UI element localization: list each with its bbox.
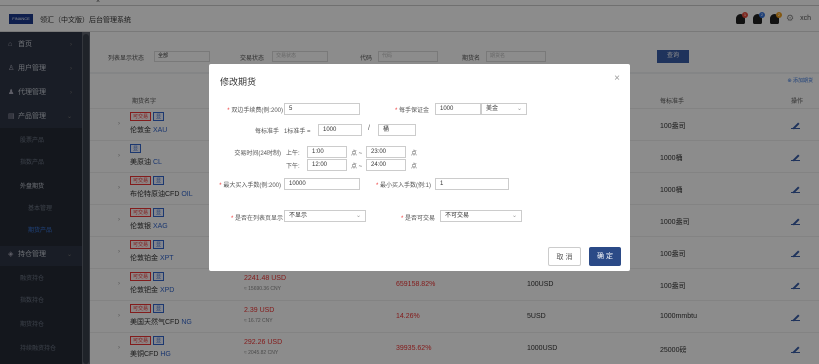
close-icon[interactable]: × [614, 73, 620, 84]
tradable-label: * 是否可交易 [400, 216, 435, 222]
pm-end-input[interactable]: 24:00 [366, 159, 406, 171]
deposit-label: * 每手保证金 [394, 108, 429, 114]
am-start-input[interactable]: 1:00 [307, 146, 347, 158]
trade-time-label: 交易时间(24时制) [234, 151, 281, 157]
am-separator: 点 ~ [351, 151, 363, 157]
tradable-select[interactable]: 不可交易 ⌄ [440, 210, 522, 222]
am-label: 上午: [286, 151, 300, 157]
deposit-input[interactable]: 1000 [435, 103, 481, 115]
std-slash: / [368, 125, 370, 132]
max-lots-input[interactable]: 10000 [284, 178, 360, 190]
min-lots-label: * 最小买入手数(例:1) [375, 183, 431, 189]
pm-start-input[interactable]: 12:00 [307, 159, 347, 171]
currency-select[interactable]: 美金 ⌄ [481, 103, 527, 115]
pm-label: 下午: [286, 164, 300, 170]
std-prefix: 1标准手 = [284, 129, 311, 135]
dialog-title: 修改期货 [220, 77, 257, 87]
pm-separator: 点 ~ [351, 164, 363, 170]
show-in-list-select[interactable]: 不显示 ⌄ [284, 210, 366, 222]
am-suffix: 点 [411, 151, 418, 157]
pm-suffix: 点 [411, 164, 418, 170]
std-unit-input[interactable]: 桶 [378, 124, 416, 136]
std-label: 每标准手 [254, 129, 279, 135]
fee-label: * 双边手续费(例:200) [227, 108, 283, 114]
max-lots-label: * 最大买入手数(例:200) [219, 183, 281, 189]
edit-futures-dialog: 修改期货 × * 双边手续费(例:200) 5 * 每手保证金 1000 美金 ⌄… [209, 64, 630, 271]
chevron-down-icon: ⌄ [355, 213, 361, 219]
std-quantity-input[interactable]: 1000 [318, 124, 362, 136]
chevron-down-icon: ⌄ [516, 106, 522, 112]
min-lots-input[interactable]: 1 [435, 178, 509, 190]
chevron-down-icon: ⌄ [511, 213, 517, 219]
cancel-button[interactable]: 取 消 [548, 247, 581, 266]
show-in-list-label: * 是否在列表页显示 [230, 216, 283, 222]
confirm-button[interactable]: 确 定 [589, 247, 621, 266]
fee-input[interactable]: 5 [284, 103, 360, 115]
am-end-input[interactable]: 23:00 [366, 146, 406, 158]
